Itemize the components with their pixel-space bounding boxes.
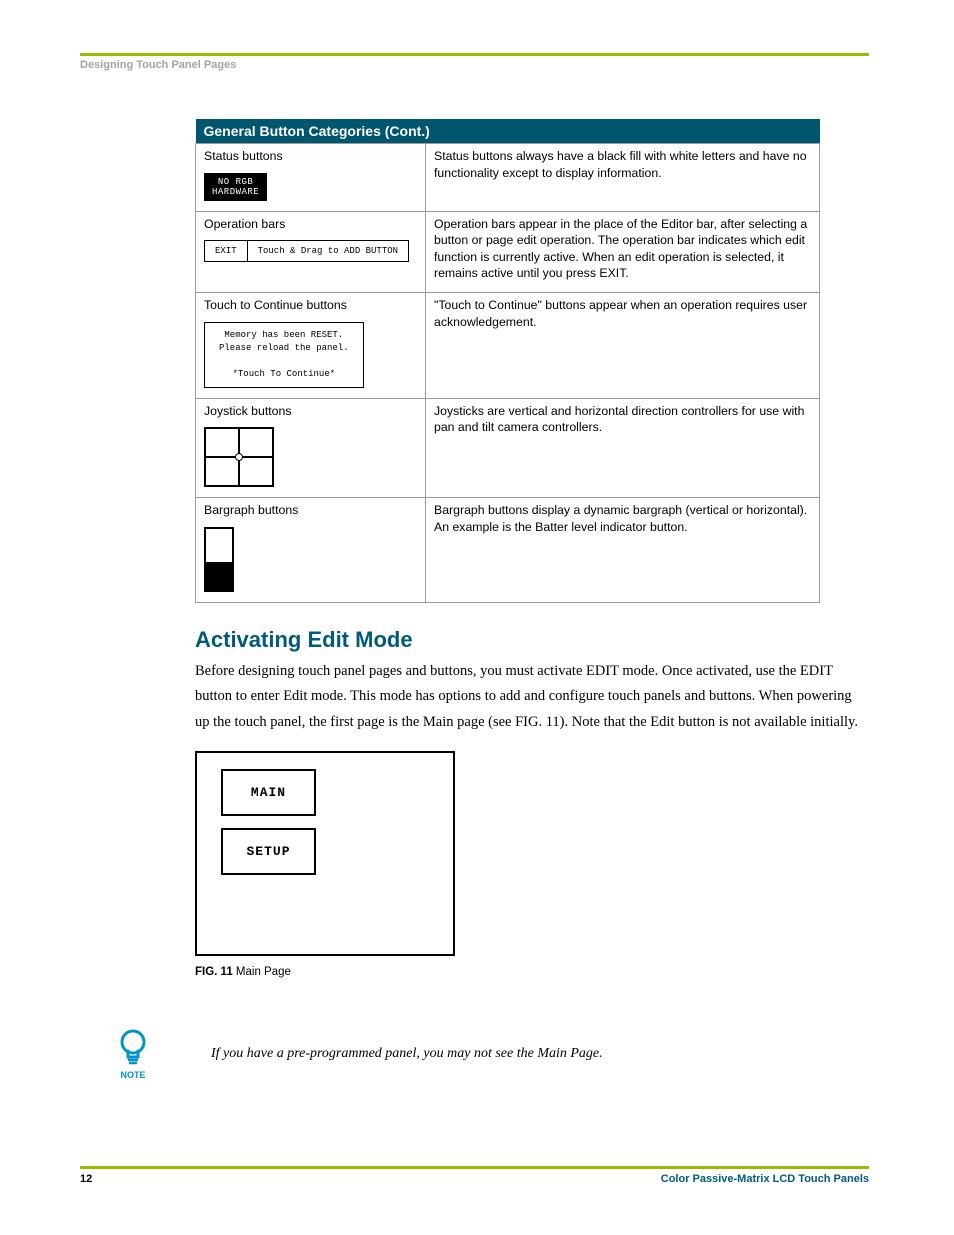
section-heading: Activating Edit Mode xyxy=(195,627,869,653)
operation-bar-example: EXIT Touch & Drag to ADD BUTTON xyxy=(204,240,409,262)
page-number: 12 xyxy=(80,1173,92,1185)
table-row: Touch to Continue buttons Memory has bee… xyxy=(196,292,820,398)
ttc-line: Please reload the panel. xyxy=(219,343,349,353)
figure-caption: FIG. 11 Main Page xyxy=(195,966,869,978)
page-footer: 12 Color Passive-Matrix LCD Touch Panels xyxy=(80,1166,869,1185)
header-rule xyxy=(80,53,869,56)
row-label: Operation bars xyxy=(204,216,417,233)
opbar-msg: Touch & Drag to ADD BUTTON xyxy=(248,241,408,261)
exit-cell: EXIT xyxy=(205,241,248,261)
row-desc: Operation bars appear in the place of th… xyxy=(426,211,820,292)
note-text: If you have a pre-programmed panel, you … xyxy=(211,1046,603,1062)
table-row: Bargraph buttons Bargraph buttons displa… xyxy=(196,498,820,603)
row-desc: Joysticks are vertical and horizontal di… xyxy=(426,398,820,498)
status-chip-example: NO RGB HARDWARE xyxy=(204,173,267,201)
row-label: Touch to Continue buttons xyxy=(204,297,417,314)
ttc-line: *Touch To Continue* xyxy=(233,369,336,379)
note-label: NOTE xyxy=(120,1070,145,1080)
button-categories-table: General Button Categories (Cont.) Status… xyxy=(195,119,820,603)
bargraph-icon xyxy=(204,527,234,592)
row-label: Joystick buttons xyxy=(204,403,417,420)
row-desc: Status buttons always have a black fill … xyxy=(426,144,820,212)
table-row: Status buttons NO RGB HARDWARE Status bu… xyxy=(196,144,820,212)
table-row: Joystick buttons Joysticks are vertical … xyxy=(196,398,820,498)
ttc-line: Memory has been RESET. xyxy=(224,330,343,340)
row-desc: "Touch to Continue" buttons appear when … xyxy=(426,292,820,398)
table-title: General Button Categories (Cont.) xyxy=(196,119,820,144)
figure-main-page: MAIN SETUP xyxy=(195,751,455,956)
figure-caption-label: FIG. 11 xyxy=(195,966,233,978)
main-button-example: MAIN xyxy=(221,769,316,816)
row-label: Bargraph buttons xyxy=(204,502,417,519)
status-chip-line: NO RGB xyxy=(218,177,253,187)
note-icon: NOTE xyxy=(113,1028,153,1080)
footer-title: Color Passive-Matrix LCD Touch Panels xyxy=(661,1173,869,1185)
figure-caption-text: Main Page xyxy=(233,966,291,978)
section-paragraph: Before designing touch panel pages and b… xyxy=(195,659,869,735)
row-desc: Bargraph buttons display a dynamic bargr… xyxy=(426,498,820,603)
row-label: Status buttons xyxy=(204,148,417,165)
running-header: Designing Touch Panel Pages xyxy=(80,59,869,71)
table-row: Operation bars EXIT Touch & Drag to ADD … xyxy=(196,211,820,292)
status-chip-line: HARDWARE xyxy=(212,187,259,197)
joystick-icon xyxy=(204,427,274,487)
touch-continue-example: Memory has been RESET. Please reload the… xyxy=(204,322,364,388)
setup-button-example: SETUP xyxy=(221,828,316,875)
